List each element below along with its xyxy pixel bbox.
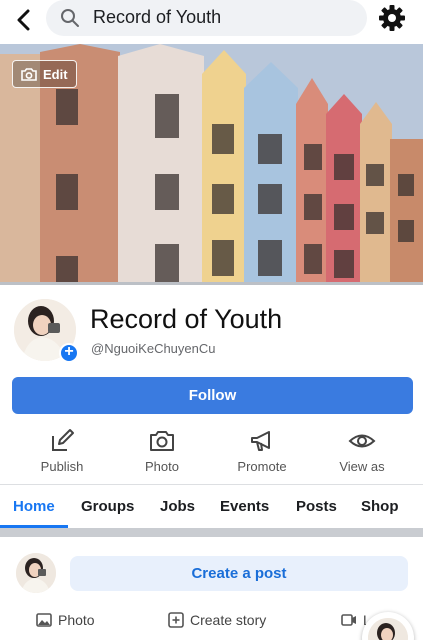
megaphone-icon xyxy=(251,431,270,451)
tab-home[interactable]: Home xyxy=(13,498,55,515)
camera-icon xyxy=(150,431,174,451)
search-text: Record of Youth xyxy=(93,7,222,27)
search-bar[interactable]: Record of Youth xyxy=(46,0,367,36)
view-as-label: View as xyxy=(339,459,385,474)
publish-action[interactable]: Publish xyxy=(17,428,107,474)
search-icon xyxy=(61,9,79,27)
follow-button[interactable]: Follow xyxy=(12,377,413,414)
edit-cover-button[interactable]: Edit xyxy=(12,60,77,88)
add-story-icon xyxy=(168,612,184,628)
view-as-action[interactable]: View as xyxy=(317,428,407,474)
cover-photo[interactable]: Edit xyxy=(0,44,423,285)
back-button[interactable] xyxy=(10,6,38,34)
photo-action[interactable]: Photo xyxy=(117,428,207,474)
composer-avatar[interactable] xyxy=(16,553,56,593)
tab-events[interactable]: Events xyxy=(220,498,269,515)
tab-shop[interactable]: Shop xyxy=(361,498,399,515)
profile-avatar-wrap[interactable]: + xyxy=(12,297,79,363)
avatar-image xyxy=(16,553,56,593)
tab-posts[interactable]: Posts xyxy=(296,498,337,515)
plus-icon: + xyxy=(64,343,74,360)
create-post-button[interactable]: Create a post xyxy=(70,556,408,591)
promote-action[interactable]: Promote xyxy=(217,428,307,474)
add-profile-photo-button[interactable]: + xyxy=(59,343,79,363)
page-name: Record of Youth xyxy=(90,304,283,334)
edit-icon xyxy=(52,429,74,451)
tab-jobs[interactable]: Jobs xyxy=(160,498,195,515)
video-icon xyxy=(341,614,356,626)
top-bar: Record of Youth xyxy=(0,0,423,44)
section-separator xyxy=(0,528,423,537)
eye-icon xyxy=(348,434,376,448)
camera-icon xyxy=(21,68,37,81)
promote-label: Promote xyxy=(237,459,287,474)
photo-post-label: Photo xyxy=(58,612,95,628)
chevron-left-icon xyxy=(17,9,30,31)
settings-button[interactable] xyxy=(377,3,407,33)
photo-post-button[interactable]: Photo xyxy=(36,612,95,628)
floating-avatar-image xyxy=(368,618,408,640)
tab-groups[interactable]: Groups xyxy=(81,498,134,515)
edit-label: Edit xyxy=(43,66,68,82)
image-icon xyxy=(36,613,52,627)
publish-label: Publish xyxy=(40,459,84,474)
create-story-label: Create story xyxy=(190,612,267,628)
create-story-button[interactable]: Create story xyxy=(168,612,266,628)
page-handle: @NguoiKeChuyenCu xyxy=(91,341,216,356)
tabs-divider xyxy=(0,484,423,485)
photo-label: Photo xyxy=(145,459,179,474)
gear-icon xyxy=(379,5,405,31)
